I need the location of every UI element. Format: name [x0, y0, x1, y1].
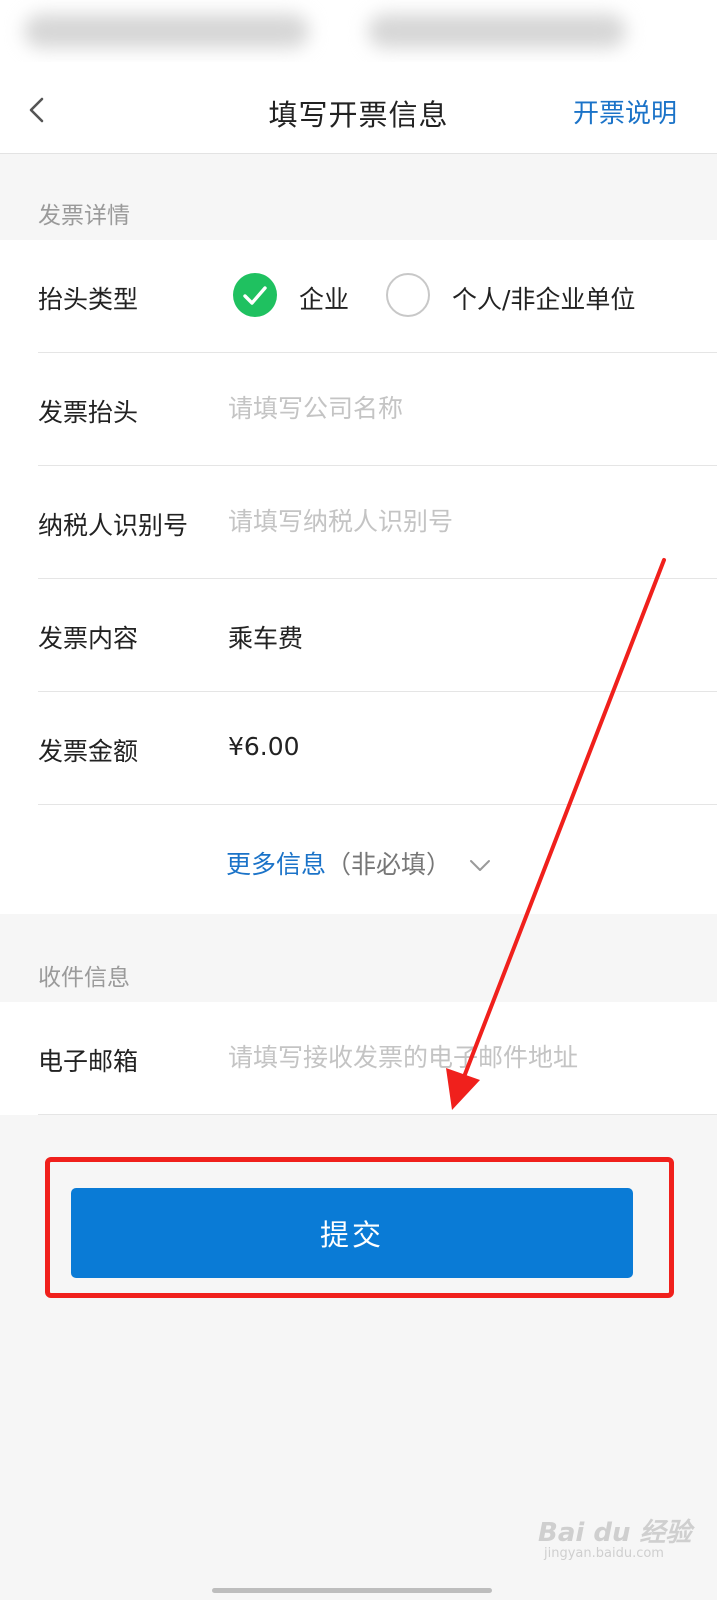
more-info-toggle[interactable]: 更多信息（非必填） — [0, 845, 717, 881]
email-input[interactable] — [228, 1036, 688, 1078]
divider — [38, 1114, 717, 1115]
nav-bar: 填写开票信息 开票说明 — [0, 62, 717, 154]
header-type-row: 抬头类型 企业 个人/非企业单位 — [0, 240, 717, 353]
status-bar-blur-right — [368, 14, 626, 48]
radio-enterprise-label: 企业 — [299, 285, 350, 314]
checked-circle-icon — [233, 273, 277, 317]
receive-info-card: 电子邮箱 — [0, 1002, 717, 1115]
submit-button[interactable]: 提交 — [71, 1188, 633, 1278]
more-info-label: 更多信息 — [226, 850, 327, 879]
radio-enterprise[interactable]: 企业 — [233, 273, 373, 319]
chevron-down-icon — [469, 860, 490, 871]
header-type-label: 抬头类型 — [38, 285, 139, 314]
invoice-content-row: 发票内容 乘车费 — [0, 579, 717, 692]
section-title-receive-info: 收件信息 — [38, 965, 130, 991]
invoice-details-card: 抬头类型 企业 个人/非企业单位 发票抬头 纳税人识别号 发票内容 乘车费 — [0, 240, 717, 914]
status-bar — [0, 0, 717, 62]
radio-individual-label: 个人/非企业单位 — [452, 285, 636, 314]
invoice-amount-label: 发票金额 — [38, 737, 139, 766]
invoice-amount-row: 发票金额 ¥6.00 — [0, 692, 717, 805]
invoice-title-input[interactable] — [228, 387, 688, 429]
tax-id-input[interactable] — [228, 500, 688, 542]
invoice-content-label: 发票内容 — [38, 624, 139, 653]
invoice-title-label: 发票抬头 — [38, 398, 139, 427]
home-indicator[interactable] — [212, 1588, 492, 1593]
watermark-url: jingyan.baidu.com — [544, 1546, 664, 1561]
more-info-row: 更多信息（非必填） — [0, 805, 717, 914]
baidu-jingyan-watermark: Bai du 经验 — [538, 1518, 692, 1548]
invoice-amount-value: ¥6.00 — [228, 732, 300, 761]
section-title-invoice-details: 发票详情 — [38, 203, 130, 229]
invoice-help-link[interactable]: 开票说明 — [573, 93, 677, 130]
tax-id-label: 纳税人识别号 — [38, 511, 189, 540]
invoice-content-value: 乘车费 — [228, 624, 304, 653]
email-label: 电子邮箱 — [38, 1047, 139, 1076]
tax-id-row: 纳税人识别号 — [0, 466, 717, 579]
radio-individual[interactable]: 个人/非企业单位 — [386, 273, 686, 319]
email-row: 电子邮箱 — [0, 1002, 717, 1115]
more-info-note: （非必填） — [326, 850, 452, 879]
unchecked-circle-icon — [386, 273, 430, 317]
invoice-title-row: 发票抬头 — [0, 353, 717, 466]
status-bar-blur-left — [24, 14, 309, 48]
